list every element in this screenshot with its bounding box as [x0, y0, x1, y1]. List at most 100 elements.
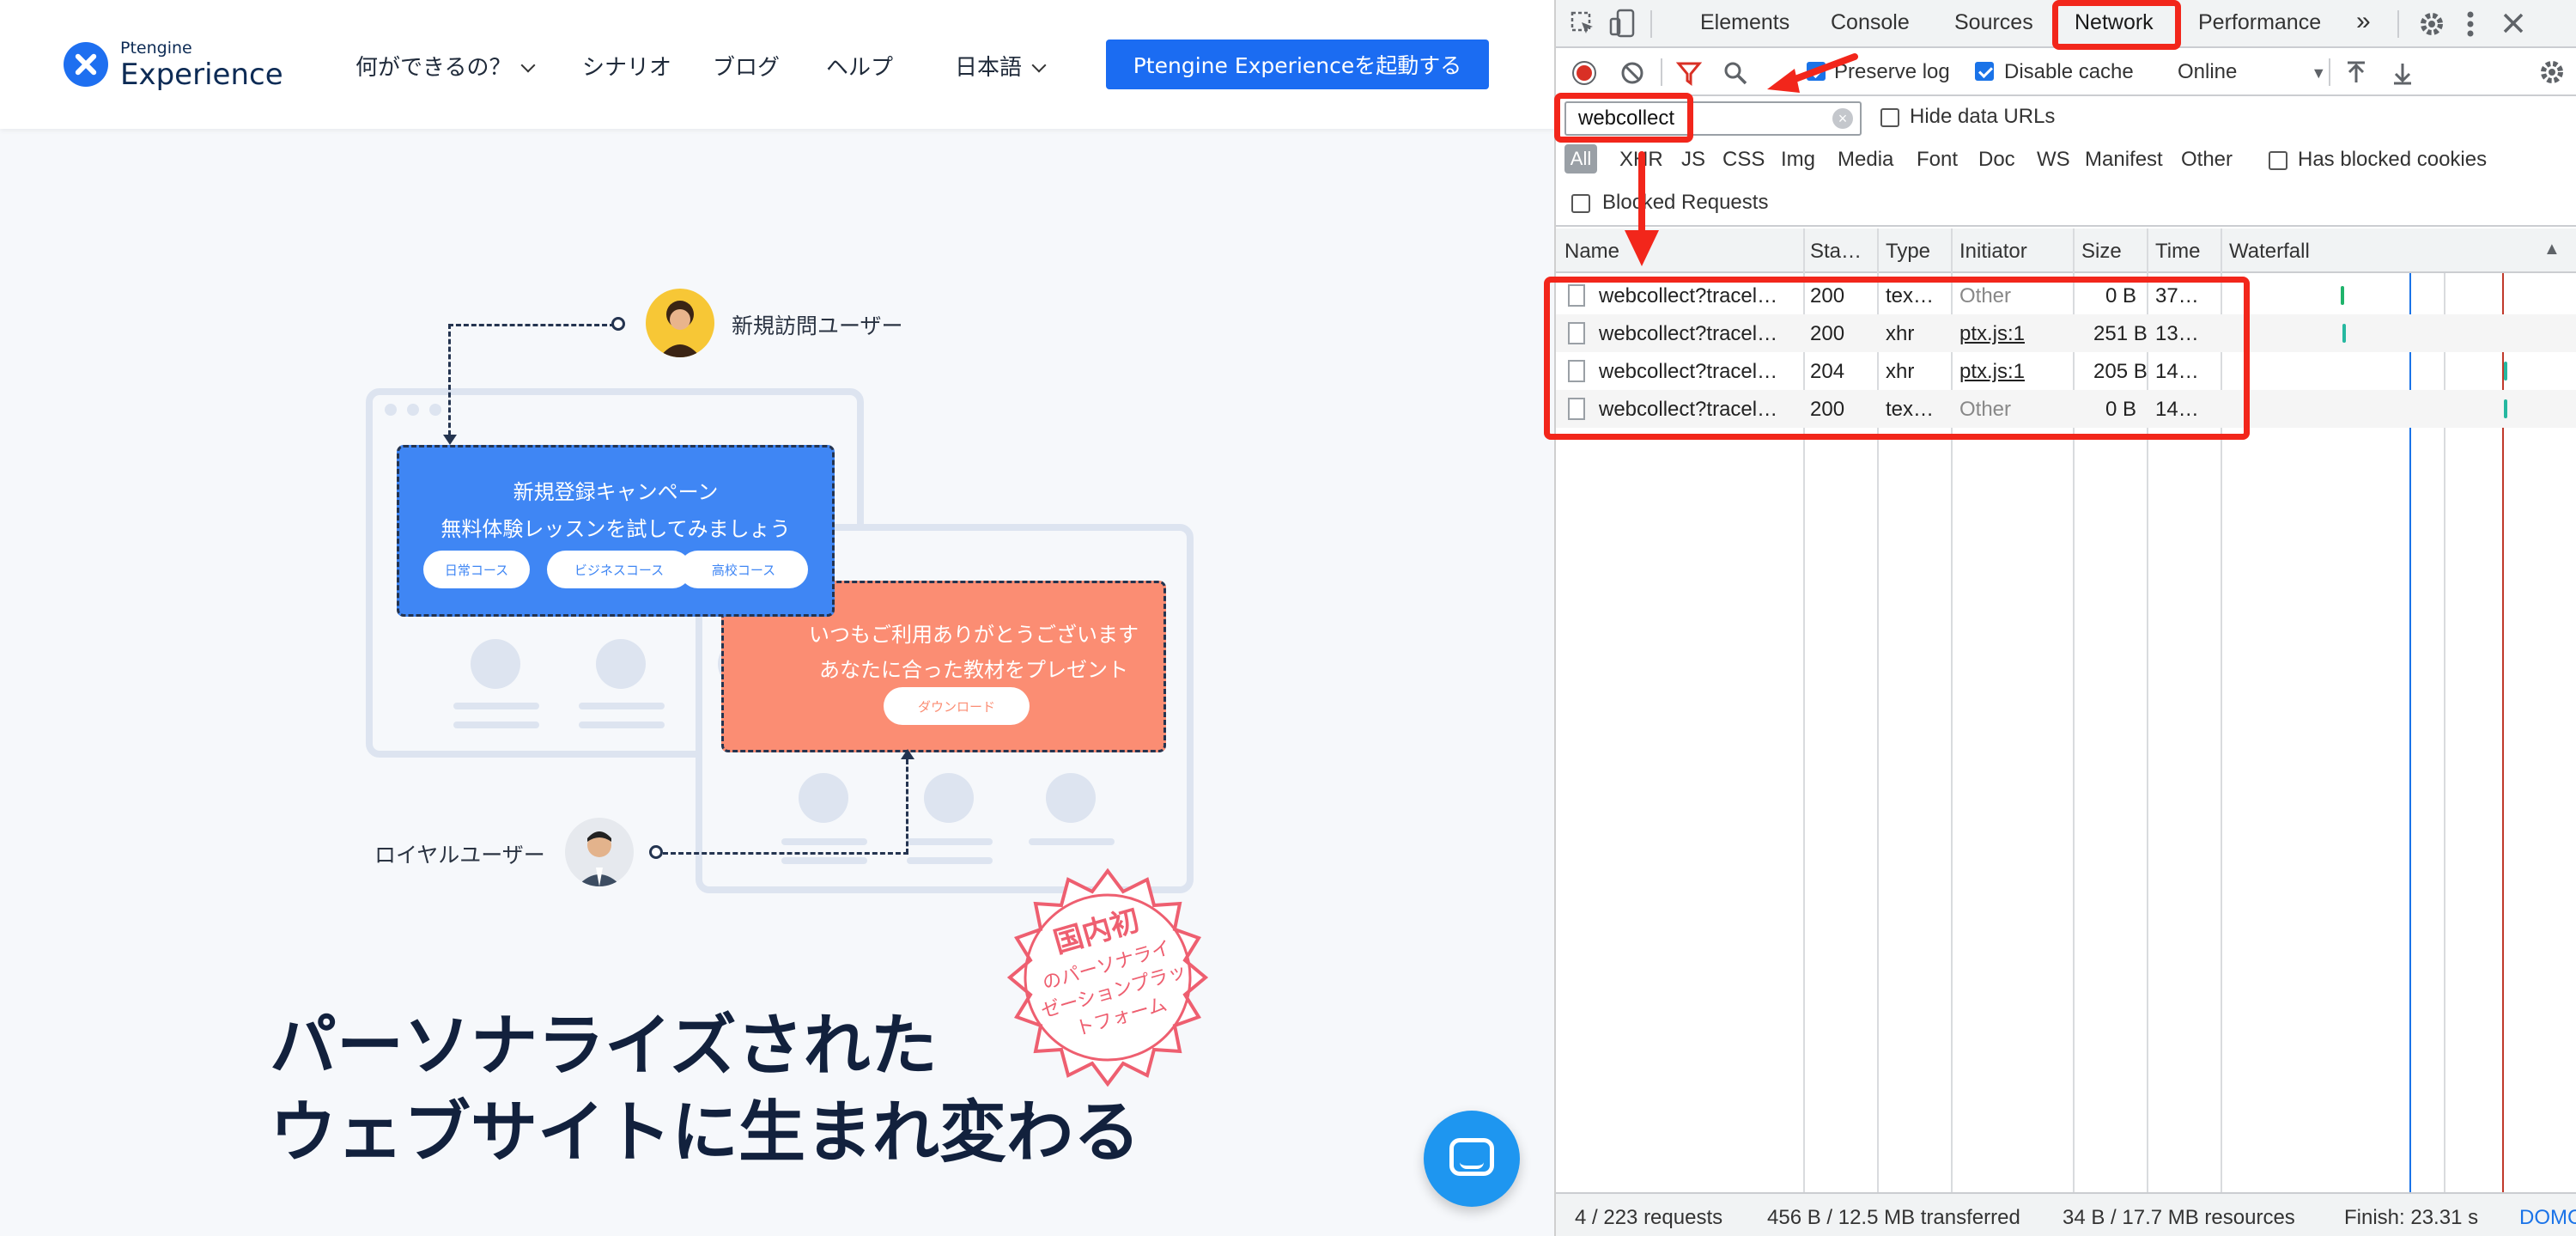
hide-data-urls-label: Hide data URLs: [1910, 105, 2056, 128]
type-filter-ws[interactable]: WS: [2037, 148, 2070, 172]
waterfall-bar: [2342, 324, 2346, 343]
chat-widget-button[interactable]: [1424, 1111, 1520, 1207]
type-filter-css[interactable]: CSS: [1722, 148, 1765, 172]
document-icon: [1568, 322, 1585, 344]
document-icon: [1568, 284, 1585, 307]
tab-elements[interactable]: Elements: [1700, 10, 1789, 35]
tab-sources[interactable]: Sources: [1954, 10, 2033, 35]
preserve-log-label: Preserve log: [1834, 60, 1950, 83]
loyal-banner-line2: あなたに合った教材をプレゼント: [819, 658, 1128, 682]
col-type[interactable]: Type: [1886, 240, 1930, 264]
course-pill-business[interactable]: ビジネスコース: [547, 551, 691, 588]
has-blocked-cookies-checkbox[interactable]: [2269, 151, 2287, 170]
waterfall-bar: [2341, 286, 2344, 305]
window-dots: [385, 404, 441, 416]
blocked-requests-label: Blocked Requests: [1602, 191, 1769, 214]
course-pill-highschool[interactable]: 高校コース: [679, 551, 808, 588]
logo-big-text: Experience: [120, 57, 283, 92]
table-row[interactable]: webcollect?tracel… 200 tex… Other 0 B 14…: [1556, 390, 2576, 428]
preserve-log-checkbox[interactable]: [1807, 62, 1826, 81]
nav-help[interactable]: ヘルプ: [826, 50, 893, 82]
more-tabs-icon[interactable]: »: [2356, 7, 2371, 36]
launch-experience-button[interactable]: Ptengine Experienceを起動する: [1106, 40, 1489, 89]
chevron-down-icon: [1031, 58, 1047, 73]
finish-time: Finish: 23.31 s: [2344, 1206, 2479, 1229]
loyal-banner-line1: いつもご利用ありがとうございます: [809, 623, 1139, 647]
loyal-user-label: ロイヤルユーザー: [374, 843, 545, 868]
new-banner-line1: 新規登録キャンペーン: [513, 480, 719, 504]
table-row[interactable]: webcollect?tracel… 204 xhr ptx.js:1 205 …: [1556, 352, 2576, 390]
initiator-link[interactable]: ptx.js:1: [1959, 360, 2025, 384]
record-icon[interactable]: [1571, 60, 1597, 90]
throttle-select[interactable]: Online ▼: [2178, 60, 2326, 84]
initiator-link[interactable]: ptx.js:1: [1959, 322, 2025, 346]
request-count: 4 / 223 requests: [1575, 1206, 1723, 1229]
site-header: Ptengine Experience 何ができるの？ シナリオ ブログ ヘルプ…: [0, 0, 1554, 129]
col-status[interactable]: Sta…: [1810, 240, 1862, 264]
type-filter-all[interactable]: All: [1564, 144, 1597, 174]
type-filter-js[interactable]: JS: [1681, 148, 1705, 172]
col-initiator[interactable]: Initiator: [1959, 240, 2027, 264]
new-banner-line2: 無料体験レッスンを試してみましょう: [440, 517, 791, 541]
type-filter-manifest[interactable]: Manifest: [2085, 148, 2163, 172]
hide-data-urls-checkbox[interactable]: [1880, 108, 1899, 127]
sort-ascending-icon[interactable]: ▲: [2543, 240, 2561, 259]
document-icon: [1568, 360, 1585, 382]
logo-small-text: Ptengine: [120, 38, 192, 58]
export-har-icon[interactable]: [2391, 60, 2415, 90]
new-visitor-label: 新規訪問ユーザー: [732, 314, 903, 338]
type-filter-other[interactable]: Other: [2181, 148, 2233, 172]
type-filter-doc[interactable]: Doc: [1978, 148, 2015, 172]
caret-down-icon: ▼: [2311, 64, 2327, 82]
download-button[interactable]: ダウンロード: [884, 687, 1030, 725]
devtools-tab-bar: Elements Console Sources Network Perform…: [1556, 0, 2576, 48]
website-viewport: Ptengine Experience 何ができるの？ シナリオ ブログ ヘルプ…: [0, 0, 1554, 1236]
col-time[interactable]: Time: [2155, 240, 2200, 264]
waterfall-bar: [2504, 362, 2507, 381]
network-status-bar: 4 / 223 requests 456 B / 12.5 MB transfe…: [1556, 1192, 2576, 1236]
search-icon[interactable]: [1722, 60, 1748, 90]
nav-blog[interactable]: ブログ: [713, 50, 780, 82]
col-waterfall[interactable]: Waterfall: [2229, 240, 2310, 264]
nav-features[interactable]: 何ができるの？: [355, 50, 536, 82]
new-visitor-avatar: [646, 289, 714, 357]
tab-network[interactable]: Network: [2075, 10, 2154, 35]
type-filter-font[interactable]: Font: [1917, 148, 1958, 172]
nav-language[interactable]: 日本語: [955, 50, 1047, 82]
col-size[interactable]: Size: [2081, 240, 2122, 264]
course-pill-daily[interactable]: 日常コース: [423, 551, 530, 588]
clear-filter-icon[interactable]: ×: [1832, 108, 1853, 129]
loyal-user-avatar: [565, 818, 634, 886]
new-visitor-banner: 新規登録キャンペーン 無料体験レッスンを試してみましょう 日常コース ビジネスコ…: [397, 445, 835, 617]
type-filter-media[interactable]: Media: [1838, 148, 1893, 172]
filter-input[interactable]: [1564, 101, 1862, 136]
clear-log-icon[interactable]: [1619, 60, 1645, 90]
type-filter-xhr[interactable]: XHR: [1619, 148, 1663, 172]
kebab-menu-icon[interactable]: [2466, 10, 2475, 42]
col-name[interactable]: Name: [1564, 240, 1619, 264]
type-filter-img[interactable]: Img: [1781, 148, 1815, 172]
tab-console[interactable]: Console: [1831, 10, 1910, 35]
devtools-panel: Elements Console Sources Network Perform…: [1554, 0, 2576, 1236]
chevron-down-icon: [520, 58, 536, 73]
domcontentloaded-time: DOMC: [2519, 1206, 2576, 1229]
device-toolbar-icon[interactable]: [1609, 9, 1637, 42]
table-row[interactable]: webcollect?tracel… 200 xhr ptx.js:1 251 …: [1556, 314, 2576, 352]
resources-size: 34 B / 17.7 MB resources: [2063, 1206, 2295, 1229]
disable-cache-checkbox[interactable]: [1975, 62, 1994, 81]
inspect-element-icon[interactable]: [1570, 10, 1595, 40]
request-table-header: Name Sta… Type Initiator Size Time Water…: [1556, 228, 2576, 273]
nav-scenario[interactable]: シナリオ: [582, 50, 671, 82]
network-settings-gear-icon[interactable]: [2538, 58, 2566, 90]
table-row[interactable]: webcollect?tracel… 200 tex… Other 0 B 37…: [1556, 277, 2576, 314]
close-icon[interactable]: [2500, 10, 2526, 40]
site-logo[interactable]: Ptengine Experience: [64, 34, 283, 94]
settings-gear-icon[interactable]: [2418, 10, 2445, 42]
blocked-requests-checkbox[interactable]: [1571, 194, 1590, 213]
filter-funnel-icon[interactable]: [1675, 60, 1703, 90]
tab-performance[interactable]: Performance: [2198, 10, 2321, 35]
import-har-icon[interactable]: [2344, 60, 2368, 90]
document-icon: [1568, 398, 1585, 420]
waterfall-bar: [2504, 399, 2507, 418]
chat-icon: [1449, 1138, 1494, 1176]
